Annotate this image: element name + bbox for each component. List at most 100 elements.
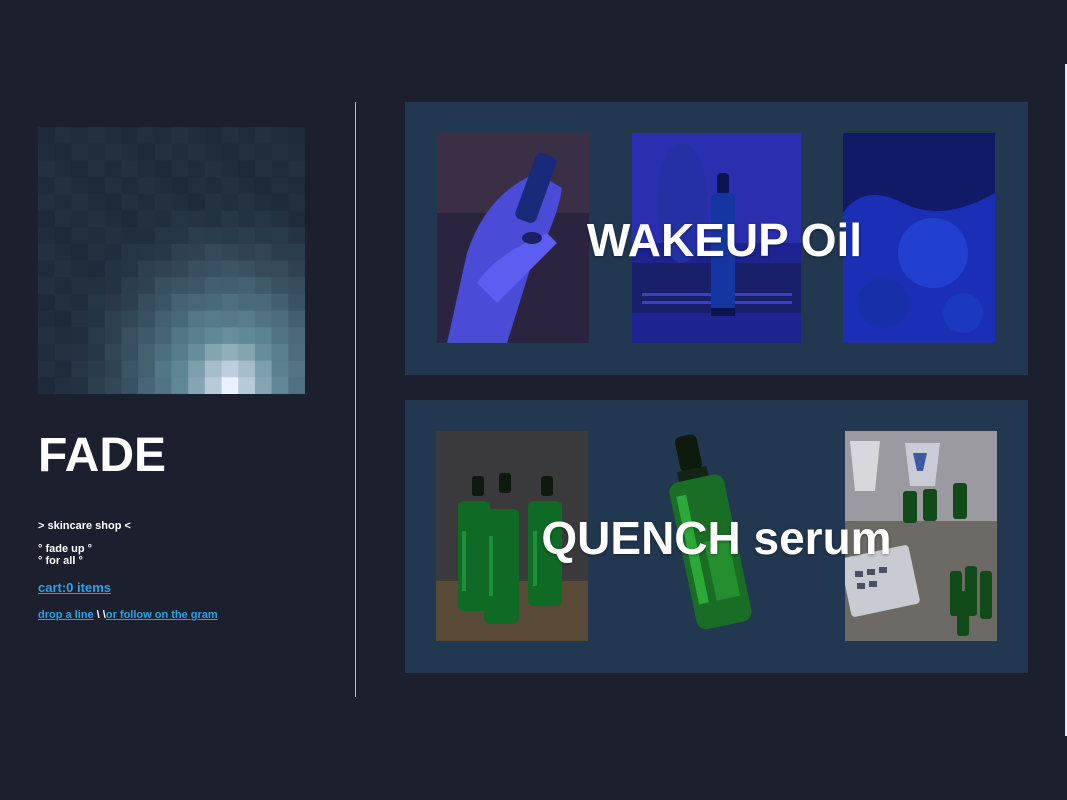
- mosaic-tile: [71, 277, 89, 295]
- mosaic-tile: [204, 327, 222, 345]
- mosaic-tile: [171, 327, 189, 345]
- mosaic-tile: [88, 127, 106, 145]
- mosaic-tile: [154, 260, 172, 278]
- mosaic-tile: [221, 277, 239, 295]
- mosaic-tile: [38, 310, 56, 328]
- mosaic-tile: [171, 310, 189, 328]
- mosaic-tile: [71, 227, 89, 245]
- mosaic-tile: [71, 310, 89, 328]
- product-title-quench-serum[interactable]: QUENCH serum: [405, 512, 1028, 564]
- mosaic-tile: [221, 177, 239, 195]
- product-title-wakeup-oil[interactable]: WAKEUP Oil: [413, 214, 1036, 266]
- mosaic-tile: [271, 210, 289, 228]
- mosaic-tile: [204, 127, 222, 145]
- mosaic-tile: [271, 360, 289, 378]
- mosaic-tile: [171, 293, 189, 311]
- mosaic-tile: [188, 243, 206, 261]
- mosaic-tile: [254, 127, 272, 145]
- mosaic-tile: [121, 277, 139, 295]
- mosaic-tile: [154, 310, 172, 328]
- mosaic-tile: [238, 343, 256, 361]
- mosaic-tile: [104, 210, 122, 228]
- mosaic-tile: [238, 360, 256, 378]
- mosaic-tile: [121, 143, 139, 161]
- mosaic-tile: [38, 143, 56, 161]
- mosaic-tile: [221, 310, 239, 328]
- motto-line-2: ° for all °: [38, 555, 83, 567]
- mosaic-tile: [254, 160, 272, 178]
- mosaic-tile: [238, 210, 256, 228]
- mosaic-tile: [188, 160, 206, 178]
- mosaic-tile: [271, 260, 289, 278]
- mosaic-tile: [138, 243, 156, 261]
- mosaic-tile: [138, 127, 156, 145]
- mosaic-tile: [104, 127, 122, 145]
- mosaic-tile: [238, 277, 256, 295]
- mosaic-tile: [38, 377, 56, 394]
- mosaic-tile: [71, 327, 89, 345]
- mosaic-tile: [38, 177, 56, 195]
- link-separator: \ \: [93, 609, 106, 621]
- mosaic-tile: [71, 193, 89, 211]
- mosaic-tile: [71, 377, 89, 394]
- mosaic-tile: [254, 177, 272, 195]
- mosaic-tile: [54, 360, 72, 378]
- mosaic-tile: [71, 293, 89, 311]
- mosaic-tile: [188, 343, 206, 361]
- mosaic-tile: [254, 377, 272, 394]
- drop-a-line-link[interactable]: drop a line: [38, 609, 94, 621]
- mosaic-tile: [221, 193, 239, 211]
- mosaic-tile: [271, 193, 289, 211]
- mosaic-tile: [254, 343, 272, 361]
- mosaic-tile: [288, 360, 305, 378]
- mosaic-tile: [221, 127, 239, 145]
- mosaic-tile: [71, 243, 89, 261]
- mosaic-tile: [221, 243, 239, 261]
- mosaic-tile: [121, 293, 139, 311]
- mosaic-tile: [121, 243, 139, 261]
- mosaic-tile: [188, 293, 206, 311]
- mosaic-tile: [271, 327, 289, 345]
- product-card-quench-serum[interactable]: QUENCH serum: [405, 400, 1028, 673]
- mosaic-tile: [138, 327, 156, 345]
- brand-title: FADE: [38, 429, 167, 482]
- mosaic-tile: [138, 177, 156, 195]
- mosaic-tile: [38, 277, 56, 295]
- mosaic-tile: [254, 227, 272, 245]
- mosaic-tile: [154, 343, 172, 361]
- mosaic-tile: [121, 177, 139, 195]
- mosaic-tile: [171, 177, 189, 195]
- mosaic-tile: [238, 260, 256, 278]
- mosaic-tile: [238, 327, 256, 345]
- mosaic-tile: [204, 343, 222, 361]
- mosaic-tile: [171, 143, 189, 161]
- mosaic-tile: [221, 343, 239, 361]
- mosaic-tile: [104, 377, 122, 394]
- mosaic-tile: [38, 343, 56, 361]
- mosaic-tile: [271, 177, 289, 195]
- mosaic-tile: [288, 177, 305, 195]
- mosaic-tile: [288, 193, 305, 211]
- mosaic-tile: [88, 160, 106, 178]
- mosaic-tile: [188, 310, 206, 328]
- mosaic-tile: [54, 210, 72, 228]
- mosaic-tile: [238, 177, 256, 195]
- mosaic-tile: [271, 127, 289, 145]
- product-card-wakeup-oil[interactable]: WAKEUP Oil: [405, 102, 1028, 375]
- mosaic-tile: [204, 243, 222, 261]
- mosaic-tile: [154, 293, 172, 311]
- mosaic-tile: [238, 193, 256, 211]
- mosaic-tile: [104, 243, 122, 261]
- follow-instagram-link[interactable]: or follow on the gram: [106, 609, 218, 621]
- mosaic-tile: [138, 210, 156, 228]
- mosaic-tile: [238, 377, 256, 394]
- cart-link[interactable]: cart:0 items: [38, 580, 111, 595]
- mosaic-tile: [188, 177, 206, 195]
- mosaic-tile: [171, 343, 189, 361]
- mosaic-tile: [88, 310, 106, 328]
- mosaic-tile: [71, 160, 89, 178]
- mosaic-tile: [221, 260, 239, 278]
- mosaic-tile: [271, 227, 289, 245]
- mosaic-tile: [288, 377, 305, 394]
- mosaic-tile: [171, 260, 189, 278]
